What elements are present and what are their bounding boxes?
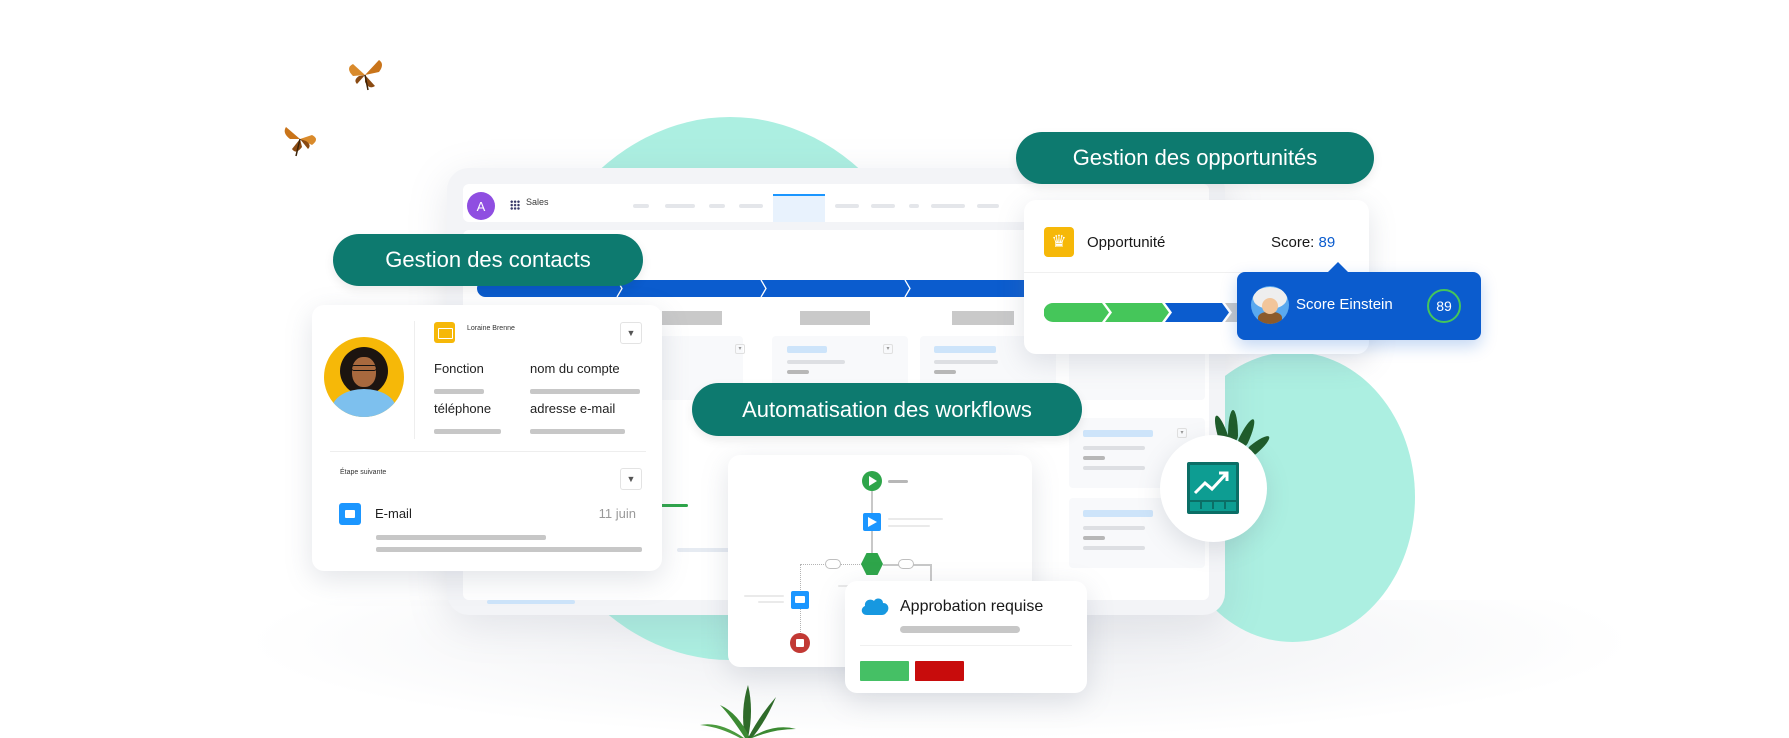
crown-icon: ♛ xyxy=(1044,227,1074,257)
tile-dropdown[interactable]: ▾ xyxy=(1177,428,1187,438)
nav-tab[interactable] xyxy=(977,204,999,208)
plant-decoration xyxy=(700,685,796,738)
flow-stop-node-icon[interactable] xyxy=(790,633,810,653)
approval-card: Approbation requise xyxy=(845,581,1087,693)
placeholder xyxy=(787,370,809,374)
field-label-account-name: nom du compte xyxy=(530,361,620,376)
nav-tab[interactable] xyxy=(633,204,649,208)
contact-name: Loraine Brenne xyxy=(467,325,515,332)
tooltip-caret xyxy=(1328,262,1348,272)
butterfly-icon xyxy=(284,127,316,157)
feature-pill-workflows: Automatisation des workflows xyxy=(692,383,1082,436)
contact-card-icon xyxy=(434,322,455,343)
placeholder xyxy=(888,518,943,520)
divider xyxy=(414,321,415,439)
nav-tab[interactable] xyxy=(709,204,725,208)
placeholder xyxy=(1083,526,1145,530)
nav-tab[interactable] xyxy=(739,204,763,208)
divider xyxy=(330,451,646,452)
next-step-type[interactable]: E-mail xyxy=(375,506,412,521)
placeholder xyxy=(1083,546,1145,550)
email-icon xyxy=(339,503,361,525)
field-label-fonction: Fonction xyxy=(434,361,484,376)
nav-tab[interactable] xyxy=(909,204,919,208)
flow-branch-node[interactable] xyxy=(825,559,841,569)
nav-tab[interactable] xyxy=(835,204,859,208)
butterfly-icon xyxy=(349,60,382,91)
placeholder xyxy=(1083,446,1145,450)
placeholder xyxy=(376,547,642,552)
app-name: Sales xyxy=(526,197,549,207)
field-label-email: adresse e-mail xyxy=(530,401,616,416)
placeholder xyxy=(888,525,930,527)
next-step-label: Étape suivante xyxy=(340,469,387,476)
stage-complete xyxy=(1044,303,1109,322)
placeholder xyxy=(1083,466,1145,470)
nav-tab[interactable] xyxy=(871,204,895,208)
nav-tab[interactable] xyxy=(931,204,965,208)
approve-button[interactable] xyxy=(860,661,909,681)
salesforce-cloud-icon xyxy=(861,598,889,615)
placeholder xyxy=(888,480,908,483)
divider xyxy=(860,645,1072,646)
flow-email-node-icon[interactable] xyxy=(791,591,809,609)
feature-pill-contacts: Gestion des contacts xyxy=(333,234,643,286)
placeholder xyxy=(787,346,827,353)
placeholder xyxy=(1083,430,1153,437)
einstein-score-badge: 89 xyxy=(1427,289,1461,323)
column-header xyxy=(662,311,722,325)
placeholder xyxy=(934,346,996,353)
next-step-date: 11 juin xyxy=(598,506,636,521)
nav-tab[interactable] xyxy=(665,204,695,208)
score-label: Score: xyxy=(1271,234,1315,251)
placeholder xyxy=(934,370,956,374)
placeholder xyxy=(787,360,845,364)
placeholder xyxy=(744,595,784,597)
next-step-dropdown-button[interactable]: ▼ xyxy=(620,468,642,490)
placeholder xyxy=(1083,536,1105,540)
score-value: 89 xyxy=(1318,234,1336,251)
feature-pill-opportunities: Gestion des opportunités xyxy=(1016,132,1374,184)
flow-decision-node-icon[interactable] xyxy=(861,553,883,575)
column-header xyxy=(952,311,1014,325)
flow-start-node-icon[interactable] xyxy=(862,471,882,491)
user-avatar[interactable]: A xyxy=(467,192,495,220)
reject-button[interactable] xyxy=(915,661,964,681)
stage-complete xyxy=(1105,303,1169,322)
analytics-badge xyxy=(1160,435,1267,542)
field-value-placeholder xyxy=(434,429,501,434)
trend-chart-icon xyxy=(1187,462,1239,514)
placeholder xyxy=(900,626,1020,633)
contact-dropdown-button[interactable]: ▼ xyxy=(620,322,642,344)
placeholder xyxy=(487,600,575,604)
tile-dropdown[interactable]: ▾ xyxy=(735,344,745,354)
flow-send-node-icon[interactable] xyxy=(863,513,881,531)
field-value-placeholder xyxy=(530,429,625,434)
placeholder xyxy=(1083,456,1105,460)
tile-dropdown[interactable]: ▾ xyxy=(883,344,893,354)
column-header xyxy=(800,311,870,325)
opportunity-title: Opportunité xyxy=(1087,234,1166,251)
placeholder xyxy=(376,535,546,540)
flow-branch-node[interactable] xyxy=(898,559,914,569)
field-label-phone: téléphone xyxy=(434,401,492,416)
stage-current xyxy=(1165,303,1229,322)
app-launcher-icon[interactable] xyxy=(510,200,520,210)
placeholder xyxy=(934,360,998,364)
contact-photo xyxy=(324,337,404,417)
field-value-placeholder xyxy=(434,389,484,394)
nav-tab-active[interactable] xyxy=(773,194,825,222)
einstein-score-card[interactable]: Score Einstein 89 xyxy=(1237,262,1481,340)
field-value-placeholder xyxy=(530,389,640,394)
contact-card: Loraine Brenne ▼ Fonction nom du compte … xyxy=(312,305,662,571)
placeholder xyxy=(758,601,784,603)
einstein-label: Score Einstein xyxy=(1296,296,1393,313)
path-chevron xyxy=(904,280,911,297)
opportunity-score: Score: 89 xyxy=(1271,234,1335,251)
path-chevron xyxy=(760,280,767,297)
einstein-avatar xyxy=(1251,286,1289,324)
placeholder xyxy=(1083,510,1153,517)
approval-title: Approbation requise xyxy=(900,598,1044,615)
